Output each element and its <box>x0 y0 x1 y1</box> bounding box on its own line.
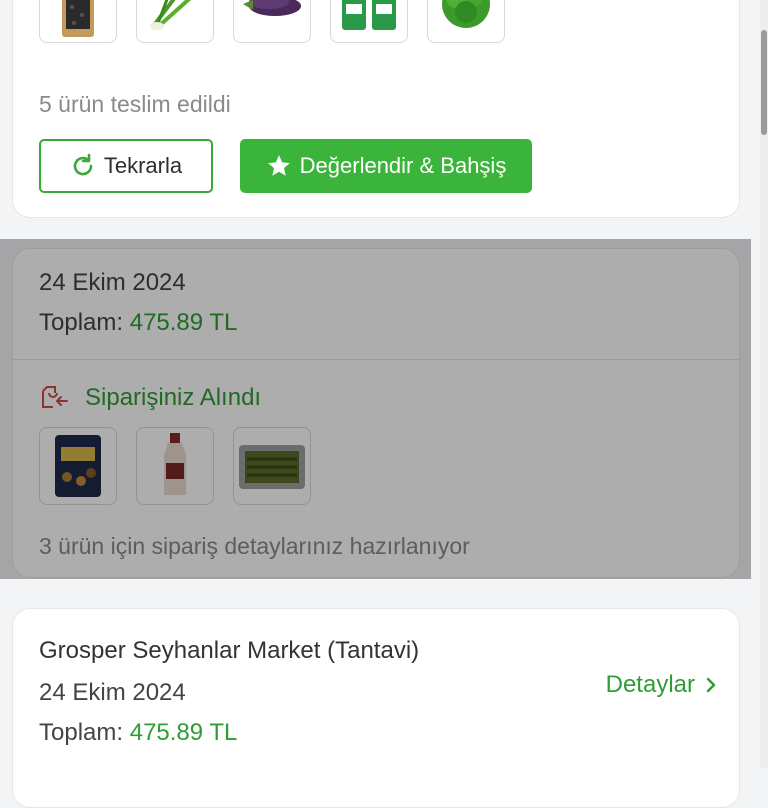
preparing-summary: 3 ürün için sipariş detaylarınız hazırla… <box>39 533 470 559</box>
product-thumb[interactable] <box>136 427 214 505</box>
total-label: Toplam: <box>39 309 124 336</box>
order-date: 24 Ekim 2024 <box>39 269 186 296</box>
product-thumb[interactable] <box>39 0 117 43</box>
product-thumbnails <box>39 427 311 505</box>
total-amount: 475.89 TL <box>129 309 238 336</box>
product-thumb[interactable] <box>39 427 117 505</box>
rate-label: Değerlendir & Bahşiş <box>299 153 507 178</box>
store-name: Grosper Seyhanlar Market (Tantavi) <box>39 637 420 664</box>
scrollbar[interactable] <box>760 0 768 768</box>
order-card-store[interactable]: Grosper Seyhanlar Market (Tantavi) 24 Ek… <box>12 608 740 808</box>
delivered-summary: 5 ürün teslim edildi <box>39 91 231 117</box>
order-card-received[interactable]: 24 Ekim 2024 Toplam: 475.89 TL Siparişin… <box>12 248 740 578</box>
product-thumb[interactable] <box>233 0 311 43</box>
details-link[interactable]: Detaylar <box>606 671 717 699</box>
rate-and-tip-button[interactable]: Değerlendir & Bahşiş <box>240 139 532 193</box>
mixed-nuts-bag-icon <box>55 435 101 497</box>
product-thumb[interactable] <box>330 0 408 43</box>
sauce-bottle-icon <box>164 433 186 495</box>
product-thumb[interactable] <box>427 0 505 43</box>
repeat-order-button[interactable]: Tekrarla <box>39 139 213 193</box>
product-thumbnails <box>39 0 505 43</box>
green-onion-icon <box>150 0 192 30</box>
repeat-label: Tekrarla <box>103 153 183 178</box>
ayran-pack-icon <box>342 0 396 30</box>
spice-jar-icon <box>62 0 94 37</box>
total-amount: 475.89 TL <box>129 719 238 746</box>
order-status: Siparişiniz Alındı <box>39 383 261 413</box>
order-total: Toplam: 475.89 TL <box>39 719 237 747</box>
total-label: Toplam: <box>39 719 124 746</box>
order-total: Toplam: 475.89 TL <box>39 309 237 337</box>
status-text: Siparişiniz Alındı <box>85 384 262 411</box>
order-received-icon <box>42 386 68 408</box>
divider <box>13 359 739 360</box>
lettuce-icon <box>442 0 490 28</box>
chevron-right-icon <box>706 677 716 693</box>
product-thumb[interactable] <box>136 0 214 43</box>
eggplant-icon <box>243 0 301 16</box>
order-card-delivered: 5 ürün teslim edildi Tekrarla Değerlendi… <box>12 0 740 218</box>
product-thumb[interactable] <box>233 427 311 505</box>
star-icon <box>267 155 290 176</box>
stuffed-leaves-tray-icon <box>239 445 305 489</box>
scrollbar-thumb[interactable] <box>761 30 767 135</box>
order-date: 24 Ekim 2024 <box>39 679 186 706</box>
details-label: Detaylar <box>605 671 695 698</box>
refresh-icon <box>73 153 93 176</box>
